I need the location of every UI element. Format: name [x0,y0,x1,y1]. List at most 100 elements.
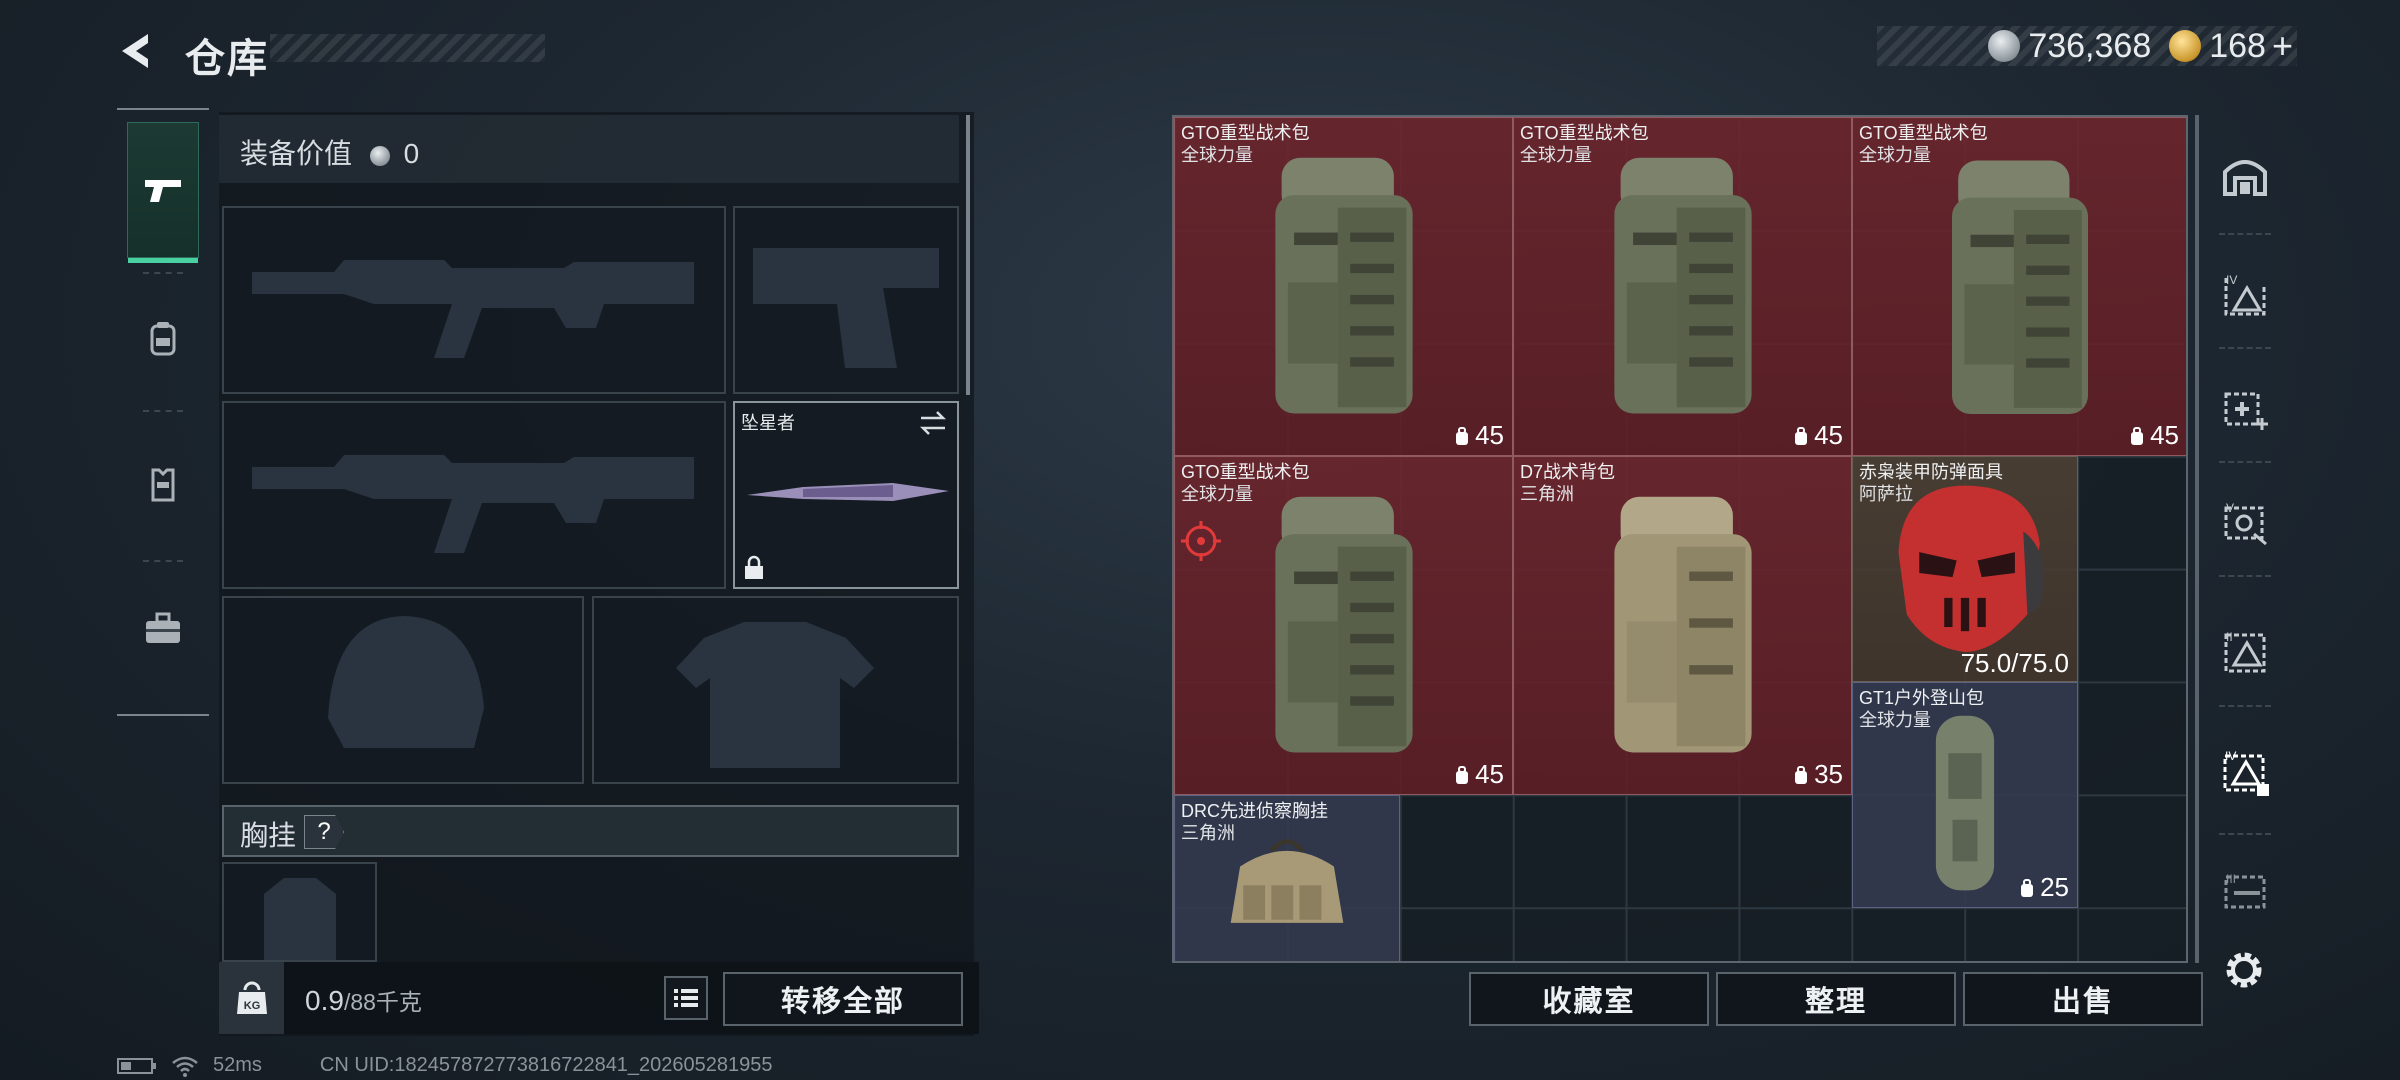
melee-name: 坠星者 [741,413,795,433]
item-origin: 全球力量 [1181,145,1253,165]
stash-grid: GTO重型战术包 全球力量 45 GTO重型战术包 全球力量 45 GTO重型战术包 全球… [1172,115,2188,963]
item-capacity: 45 [1453,420,1504,451]
item-image [1175,118,1512,455]
item-image [1514,457,1851,794]
item-capacity: 45 [1453,759,1504,790]
storage-v-icon[interactable]: V [2213,491,2277,555]
capacity-icon [2131,427,2144,445]
item-name: GTO重型战术包 [1181,123,1310,143]
item-name: GTO重型战术包 [1859,123,1988,143]
status-bar: 52ms CN UID:1824578727738167228​41_20260… [117,1054,773,1077]
helmet-silhouette-icon [328,616,484,748]
item-durability: 75.0/75.0 [1960,648,2069,678]
item-origin: 三角洲 [1520,484,1574,504]
chest-rig-slot[interactable] [222,862,377,962]
gear-icon [2226,952,2262,988]
title-decoration [270,34,545,62]
stash-item[interactable]: GTO重型战术包 全球力量 45 [1174,117,1513,456]
svg-text:V: V [2226,501,2234,515]
item-origin: 全球力量 [1859,710,1931,730]
item-capacity: 45 [2128,420,2179,451]
item-origin: 全球力量 [1520,145,1592,165]
organize-button[interactable]: 整理 [1716,972,1956,1026]
kettlebell-icon: KG [236,981,267,1014]
add-storage-icon[interactable] [2213,377,2277,441]
stash-scrollbar[interactable] [2195,115,2199,963]
vest-icon [151,468,175,502]
stash-item[interactable]: GTO重型战术包 全球力量 45 [1852,117,2186,456]
item-origin: 三角洲 [1181,823,1235,843]
tab-backpack[interactable] [127,270,199,406]
lock-icon [745,555,763,579]
storage-iv-locked-icon[interactable]: IV [2213,740,2277,804]
item-name: DRC先进侦察胸挂 [1181,801,1328,821]
capacity-value: 25 [2040,872,2069,902]
stash-item[interactable]: DRC先进侦察胸挂 三角洲 [1174,795,1400,961]
stash-item[interactable]: 赤枭装甲防弹面具 阿萨拉 75.0/75.0 [1852,456,2078,682]
settings-button[interactable] [2218,944,2270,996]
item-name: D7战术背包 [1520,462,1616,482]
tab-weapons[interactable] [127,122,199,263]
item-name: GTO重型战术包 [1520,123,1649,143]
item-capacity: 25 [2018,872,2069,903]
item-name: GT1户外登山包 [1859,688,1985,708]
rifle-silhouette-icon [252,260,694,358]
item-origin: 阿萨拉 [1859,484,1913,504]
weight-icon: KG [219,962,284,1034]
backpack-icon [150,322,176,356]
wifi-icon [172,1056,198,1077]
item-capacity: 35 [1792,759,1843,790]
item-origin: 全球力量 [1181,484,1253,504]
storage-iii-icon[interactable]: III [2213,857,2277,921]
sell-button[interactable]: 出售 [1963,972,2203,1026]
stash-item[interactable]: D7战术背包 三角洲 35 [1513,456,1852,795]
tab-vest[interactable] [127,416,199,552]
add-currency-button[interactable]: + [2272,25,2293,67]
pistol-slot[interactable] [733,206,959,394]
silver-coin-icon [1988,30,2021,62]
gold-coin-icon [2169,30,2202,62]
pistol-icon [145,180,181,202]
armor-slot[interactable] [592,596,959,784]
storage-ii-icon[interactable]: II [2213,620,2277,684]
silver-coin-icon [369,145,390,166]
back-button[interactable] [112,26,162,76]
item-name: 赤枭装甲防弹面具 [1859,462,2003,482]
svg-text:KG: KG [243,1000,260,1012]
storage-iv-icon[interactable]: IV [2213,263,2277,327]
briefcase-icon [146,612,180,643]
swap-icon[interactable] [917,409,949,437]
item-image [1514,118,1851,455]
storage-tabs: IV V II IV III [2205,115,2285,925]
svg-text:IV: IV [2226,273,2237,287]
category-tabbar [117,108,209,716]
secondary-weapon-slot[interactable] [222,401,726,589]
stash-item[interactable]: GTO重型战术包 全球力量 45 [1513,117,1852,456]
capacity-value: 45 [1475,420,1504,450]
capacity-value: 45 [2150,420,2179,450]
stash-home-icon[interactable] [2213,143,2277,207]
knife-icon [747,483,949,501]
svg-text:III: III [2226,872,2236,886]
loadout-scrollbar[interactable] [966,115,970,395]
capacity-value: 35 [1814,759,1843,789]
weight-readout: 0.9/88千克 [305,983,422,1017]
primary-weapon-slot[interactable] [222,206,726,394]
equip-value-amount: 0 [403,138,420,169]
capacity-icon [2021,879,2034,897]
tab-case[interactable] [127,560,199,696]
collection-button[interactable]: 收藏室 [1469,972,1709,1026]
capacity-value: 45 [1475,759,1504,789]
battery-icon [117,1057,156,1074]
item-name: GTO重型战术包 [1181,462,1310,482]
capacity-icon [1456,427,1469,445]
stash-item[interactable]: GTO重型战术包 全球力量 45 [1174,456,1513,795]
transfer-all-button[interactable]: 转移全部 [723,972,963,1026]
stash-item[interactable]: GT1户外登山包 全球力量 25 [1852,682,2078,908]
capacity-value: 45 [1814,420,1843,450]
list-view-button[interactable] [664,976,708,1020]
helmet-slot[interactable] [222,596,584,784]
equip-value-row: 装备价值 0 [240,132,419,172]
melee-slot[interactable]: 坠星者 [733,401,959,589]
silver-amount: 736,368 [2028,26,2152,65]
